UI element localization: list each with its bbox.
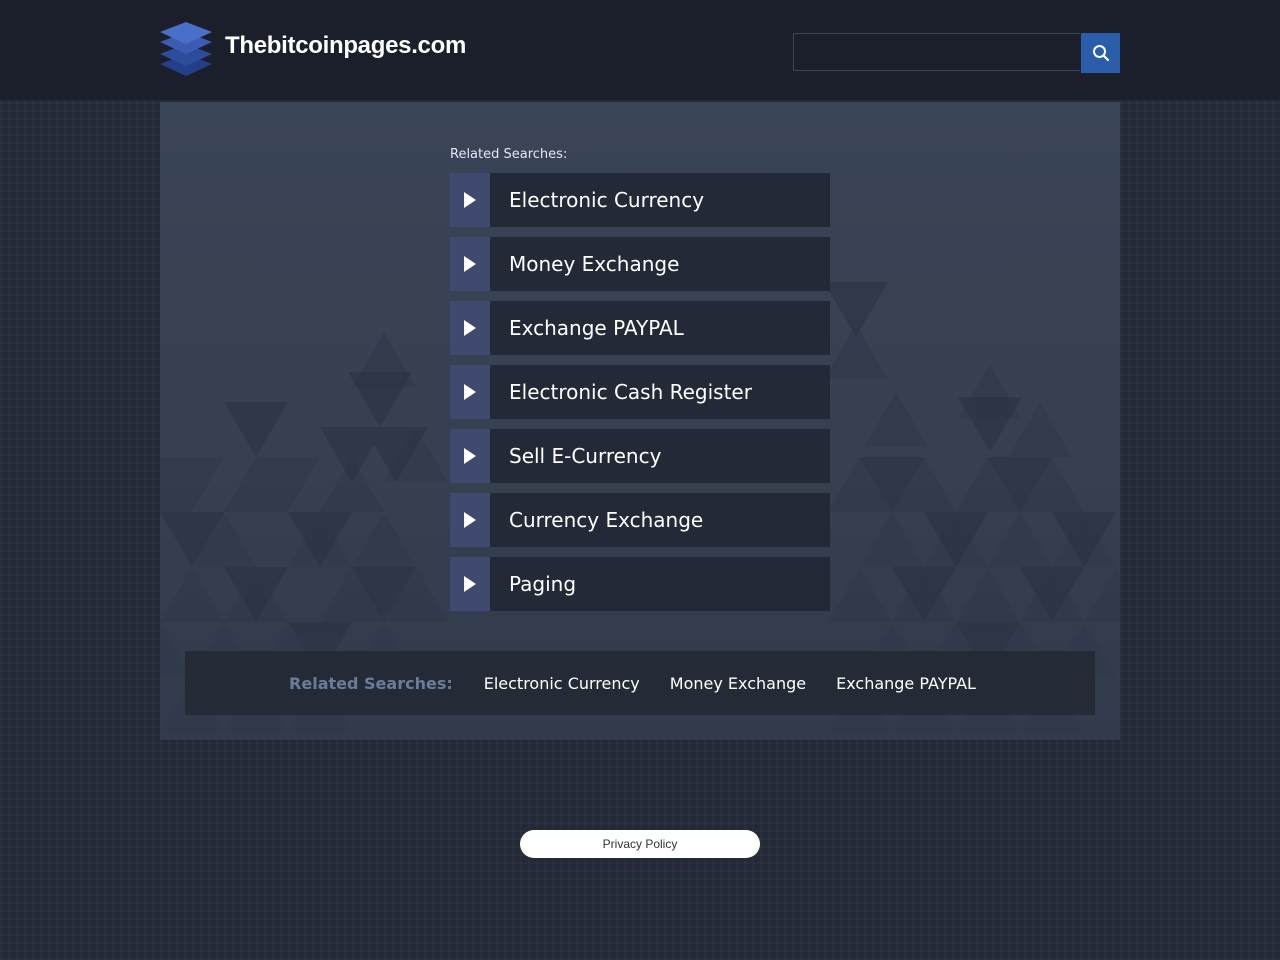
play-arrow-icon	[450, 237, 490, 291]
play-arrow-icon	[450, 301, 490, 355]
play-arrow-icon	[450, 173, 490, 227]
related-searches-label: Related Searches:	[450, 147, 568, 162]
related-link[interactable]: Electronic Currency	[450, 173, 830, 227]
site-header: Thebitcoinpages.com	[0, 0, 1280, 100]
related-links-list: Electronic Currency Money Exchange Excha…	[450, 173, 830, 621]
related-link-label[interactable]: Money Exchange	[490, 237, 830, 291]
bottom-related-link[interactable]: Exchange PAYPAL	[836, 674, 976, 693]
related-link[interactable]: Currency Exchange	[450, 493, 830, 547]
bottom-related-link[interactable]: Money Exchange	[670, 674, 806, 693]
bottom-related-bar: Related Searches: Electronic Currency Mo…	[185, 651, 1095, 715]
play-arrow-icon	[450, 365, 490, 419]
related-link[interactable]: Electronic Cash Register	[450, 365, 830, 419]
search-input[interactable]	[793, 33, 1080, 71]
play-arrow-icon	[450, 557, 490, 611]
related-link-label[interactable]: Paging	[490, 557, 830, 611]
related-link-label[interactable]: Currency Exchange	[490, 493, 830, 547]
related-link[interactable]: Paging	[450, 557, 830, 611]
site-title[interactable]: Thebitcoinpages.com	[225, 32, 466, 60]
related-link-label[interactable]: Electronic Cash Register	[490, 365, 830, 419]
related-link[interactable]: Money Exchange	[450, 237, 830, 291]
stacked-layers-icon[interactable]	[158, 18, 214, 82]
play-arrow-icon	[450, 493, 490, 547]
privacy-policy-link[interactable]: Privacy Policy	[520, 830, 760, 858]
related-link-label[interactable]: Sell E-Currency	[490, 429, 830, 483]
main-panel: Related Searches: Electronic Currency Mo…	[160, 102, 1120, 740]
related-link[interactable]: Sell E-Currency	[450, 429, 830, 483]
search-button[interactable]	[1081, 33, 1120, 73]
related-link-label[interactable]: Electronic Currency	[490, 173, 830, 227]
bottom-related-label: Related Searches:	[289, 673, 453, 693]
play-arrow-icon	[450, 429, 490, 483]
related-link[interactable]: Exchange PAYPAL	[450, 301, 830, 355]
search-icon	[1092, 45, 1109, 62]
bottom-related-link[interactable]: Electronic Currency	[484, 674, 640, 693]
related-link-label[interactable]: Exchange PAYPAL	[490, 301, 830, 355]
